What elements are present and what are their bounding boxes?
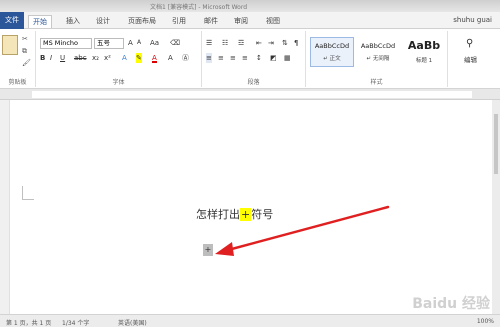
- word-count[interactable]: 1/34 个字: [62, 318, 89, 327]
- zoom-level[interactable]: 100%: [477, 318, 494, 325]
- watermark: Baidu 经验: [412, 296, 490, 312]
- annotation-arrow: [215, 205, 390, 256]
- language[interactable]: 英语(美国): [118, 318, 147, 327]
- status-bar: 第 1 页，共 1 页 1/34 个字 英语(美国) 100%: [0, 314, 500, 327]
- page-count[interactable]: 第 1 页，共 1 页: [6, 318, 51, 327]
